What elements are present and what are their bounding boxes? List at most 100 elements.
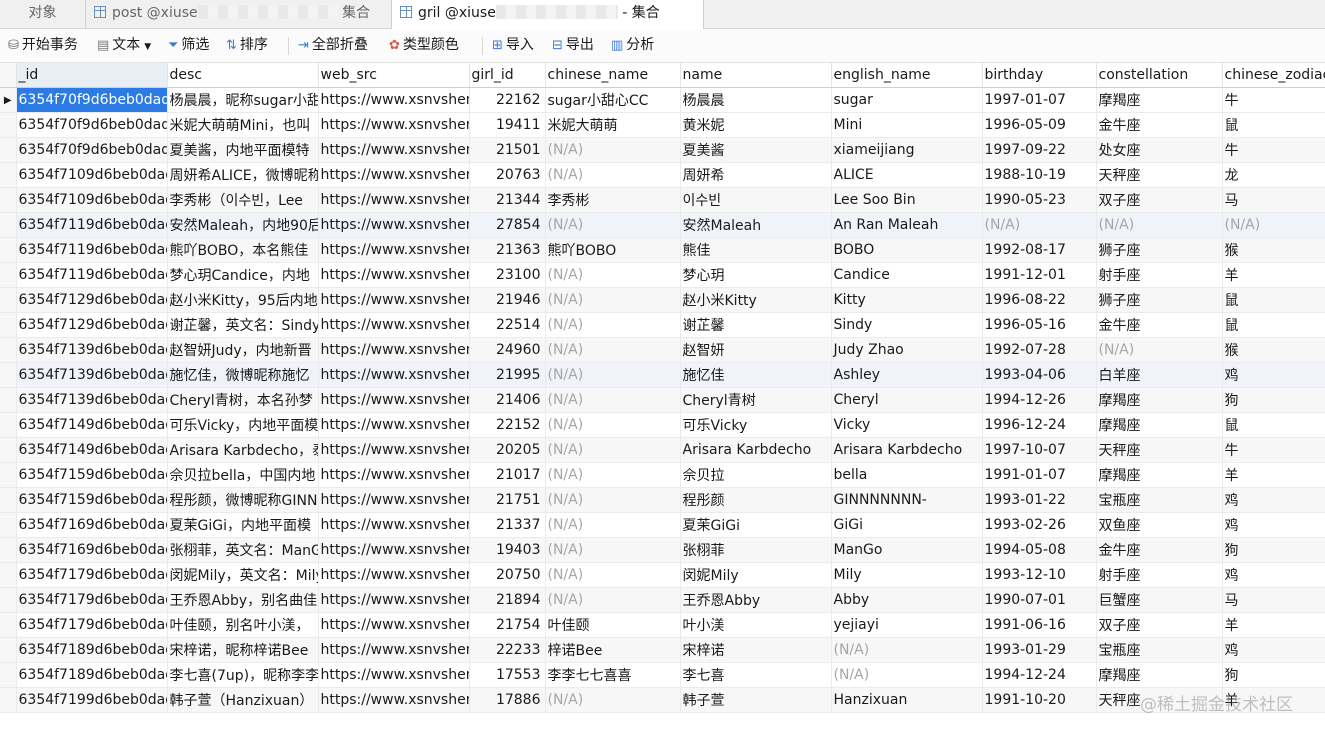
row-indicator[interactable] bbox=[0, 162, 17, 188]
cell-chinese-zodiac[interactable]: 牛 bbox=[1222, 87, 1325, 113]
cell-english-name[interactable]: xiameijiang bbox=[831, 137, 983, 163]
cell-name[interactable]: 谢芷馨 bbox=[680, 312, 832, 338]
column-header-id[interactable]: _id bbox=[16, 63, 168, 88]
row-indicator[interactable] bbox=[0, 237, 17, 263]
cell-english-name[interactable]: Kitty bbox=[831, 287, 983, 313]
cell-birthday[interactable]: 1994-12-24 bbox=[982, 662, 1097, 688]
cell-birthday[interactable]: 1993-04-06 bbox=[982, 362, 1097, 388]
cell-desc[interactable]: 可乐Vicky，内地平面模 bbox=[167, 412, 319, 438]
cell-web-src[interactable]: https://www.xsnvshen bbox=[318, 362, 470, 388]
row-indicator[interactable] bbox=[0, 112, 17, 138]
cell-girl-id[interactable]: 21363 bbox=[469, 237, 546, 263]
tab-post-collection[interactable]: post @xiuse 集合 bbox=[86, 0, 392, 28]
cell-girl-id[interactable]: 20205 bbox=[469, 437, 546, 463]
cell-birthday[interactable]: (N/A) bbox=[982, 212, 1097, 238]
current-row-indicator[interactable]: ▶ bbox=[0, 87, 17, 113]
cell-chinese-zodiac[interactable]: 鼠 bbox=[1222, 287, 1325, 313]
cell-constellation[interactable]: 射手座 bbox=[1096, 562, 1223, 588]
cell-english-name[interactable]: BOBO bbox=[831, 237, 983, 263]
cell-chinese-name[interactable]: (N/A) bbox=[545, 512, 681, 538]
cell-birthday[interactable]: 1993-01-29 bbox=[982, 637, 1097, 663]
cell-chinese-name[interactable]: (N/A) bbox=[545, 287, 681, 313]
cell-web-src[interactable]: https://www.xsnvshen bbox=[318, 512, 470, 538]
cell-chinese-zodiac[interactable]: 牛 bbox=[1222, 137, 1325, 163]
column-header-desc[interactable]: desc bbox=[167, 63, 319, 88]
cell-girl-id[interactable]: 27854 bbox=[469, 212, 546, 238]
cell-desc[interactable]: 叶佳颐，别名叶小渼， bbox=[167, 612, 319, 638]
cell-constellation[interactable]: 白羊座 bbox=[1096, 362, 1223, 388]
table-row[interactable]: 6354f7119d6beb0dad 梦心玥Candice，内地 https://w… bbox=[0, 262, 1325, 288]
filter-button[interactable]: ⏷ 筛选 bbox=[168, 29, 209, 62]
cell-name[interactable]: 王乔恩Abby bbox=[680, 587, 832, 613]
cell-name[interactable]: 赵智妍 bbox=[680, 337, 832, 363]
cell-chinese-name[interactable]: (N/A) bbox=[545, 487, 681, 513]
cell-id[interactable]: 6354f7179d6beb0dad bbox=[16, 562, 168, 588]
cell-girl-id[interactable]: 22514 bbox=[469, 312, 546, 338]
row-indicator[interactable] bbox=[0, 137, 17, 163]
cell-birthday[interactable]: 1997-09-22 bbox=[982, 137, 1097, 163]
cell-girl-id[interactable]: 21501 bbox=[469, 137, 546, 163]
cell-chinese-zodiac[interactable]: 鸡 bbox=[1222, 362, 1325, 388]
cell-english-name[interactable]: GINNNNNNN- bbox=[831, 487, 983, 513]
cell-name[interactable]: 宋梓诺 bbox=[680, 637, 832, 663]
cell-constellation[interactable]: 狮子座 bbox=[1096, 287, 1223, 313]
cell-web-src[interactable]: https://www.xsnvshen bbox=[318, 212, 470, 238]
cell-desc[interactable]: 夏茉GiGi，内地平面模 bbox=[167, 512, 319, 538]
cell-id[interactable]: 6354f7159d6beb0dad bbox=[16, 487, 168, 513]
cell-constellation[interactable]: (N/A) bbox=[1096, 337, 1223, 363]
column-header-english-name[interactable]: english_name bbox=[831, 63, 983, 88]
cell-web-src[interactable]: https://www.xsnvshen bbox=[318, 562, 470, 588]
export-button[interactable]: ⊟ 导出 bbox=[552, 29, 594, 62]
cell-english-name[interactable]: Ashley bbox=[831, 362, 983, 388]
cell-chinese-name[interactable]: 米妮大萌萌 bbox=[545, 112, 681, 138]
cell-girl-id[interactable]: 22233 bbox=[469, 637, 546, 663]
table-row[interactable]: 6354f7159d6beb0dad 程彤颜，微博昵称GINN https://ww… bbox=[0, 487, 1325, 513]
cell-web-src[interactable]: https://www.xsnvshen bbox=[318, 162, 470, 188]
data-grid[interactable]: _id desc web_src girl_id chinese_name na… bbox=[0, 63, 1325, 713]
cell-id[interactable]: 6354f7179d6beb0dad bbox=[16, 612, 168, 638]
cell-web-src[interactable]: https://www.xsnvshen bbox=[318, 462, 470, 488]
cell-birthday[interactable]: 1996-05-09 bbox=[982, 112, 1097, 138]
cell-chinese-zodiac[interactable]: 羊 bbox=[1222, 262, 1325, 288]
cell-english-name[interactable]: Mini bbox=[831, 112, 983, 138]
cell-constellation[interactable]: 巨蟹座 bbox=[1096, 587, 1223, 613]
cell-name[interactable]: 可乐Vicky bbox=[680, 412, 832, 438]
cell-english-name[interactable]: yejiayi bbox=[831, 612, 983, 638]
cell-name[interactable]: Cheryl青树 bbox=[680, 387, 832, 413]
row-indicator[interactable] bbox=[0, 562, 17, 588]
column-header-chinese-zodiac[interactable]: chinese_zodiac bbox=[1222, 63, 1325, 88]
collapse-all-button[interactable]: ⇥ 全部折叠 bbox=[298, 29, 368, 62]
row-indicator[interactable] bbox=[0, 662, 17, 688]
cell-name[interactable]: 佘贝拉 bbox=[680, 462, 832, 488]
cell-english-name[interactable]: Sindy bbox=[831, 312, 983, 338]
cell-chinese-name[interactable]: (N/A) bbox=[545, 587, 681, 613]
cell-chinese-name[interactable]: (N/A) bbox=[545, 337, 681, 363]
cell-birthday[interactable]: 1992-08-17 bbox=[982, 237, 1097, 263]
cell-chinese-zodiac[interactable]: 鼠 bbox=[1222, 312, 1325, 338]
cell-name[interactable]: 张栩菲 bbox=[680, 537, 832, 563]
cell-desc[interactable]: 夏美酱，内地平面模特 bbox=[167, 137, 319, 163]
cell-desc[interactable]: 杨晨晨，昵称sugar小甜心 bbox=[167, 87, 319, 113]
cell-birthday[interactable]: 1992-07-28 bbox=[982, 337, 1097, 363]
table-row[interactable]: 6354f7189d6beb0dad 宋梓诺，昵称梓诺Bee https://www… bbox=[0, 637, 1325, 663]
cell-english-name[interactable]: sugar bbox=[831, 87, 983, 113]
cell-chinese-zodiac[interactable]: 狗 bbox=[1222, 662, 1325, 688]
cell-desc[interactable]: 谢芷馨，英文名：Sindy bbox=[167, 312, 319, 338]
cell-id[interactable]: 6354f7109d6beb0dad bbox=[16, 162, 168, 188]
cell-girl-id[interactable]: 17886 bbox=[469, 687, 546, 713]
cell-birthday[interactable]: 1994-12-26 bbox=[982, 387, 1097, 413]
cell-chinese-zodiac[interactable]: 鼠 bbox=[1222, 412, 1325, 438]
row-indicator[interactable] bbox=[0, 287, 17, 313]
cell-id[interactable]: 6354f7129d6beb0dad bbox=[16, 287, 168, 313]
cell-chinese-name[interactable]: (N/A) bbox=[545, 437, 681, 463]
cell-girl-id[interactable]: 21017 bbox=[469, 462, 546, 488]
cell-girl-id[interactable]: 20750 bbox=[469, 562, 546, 588]
tab-gril-collection[interactable]: gril @xiuse - 集合 bbox=[392, 0, 704, 29]
cell-chinese-zodiac[interactable]: 鸡 bbox=[1222, 637, 1325, 663]
cell-id[interactable]: 6354f7139d6beb0dad bbox=[16, 362, 168, 388]
table-row[interactable]: 6354f7169d6beb0dad 张栩菲，英文名：ManGo https://w… bbox=[0, 537, 1325, 563]
cell-desc[interactable]: 李七喜(7up)，昵称李李 bbox=[167, 662, 319, 688]
row-indicator[interactable] bbox=[0, 512, 17, 538]
cell-birthday[interactable]: 1991-12-01 bbox=[982, 262, 1097, 288]
cell-constellation[interactable]: 摩羯座 bbox=[1096, 87, 1223, 113]
